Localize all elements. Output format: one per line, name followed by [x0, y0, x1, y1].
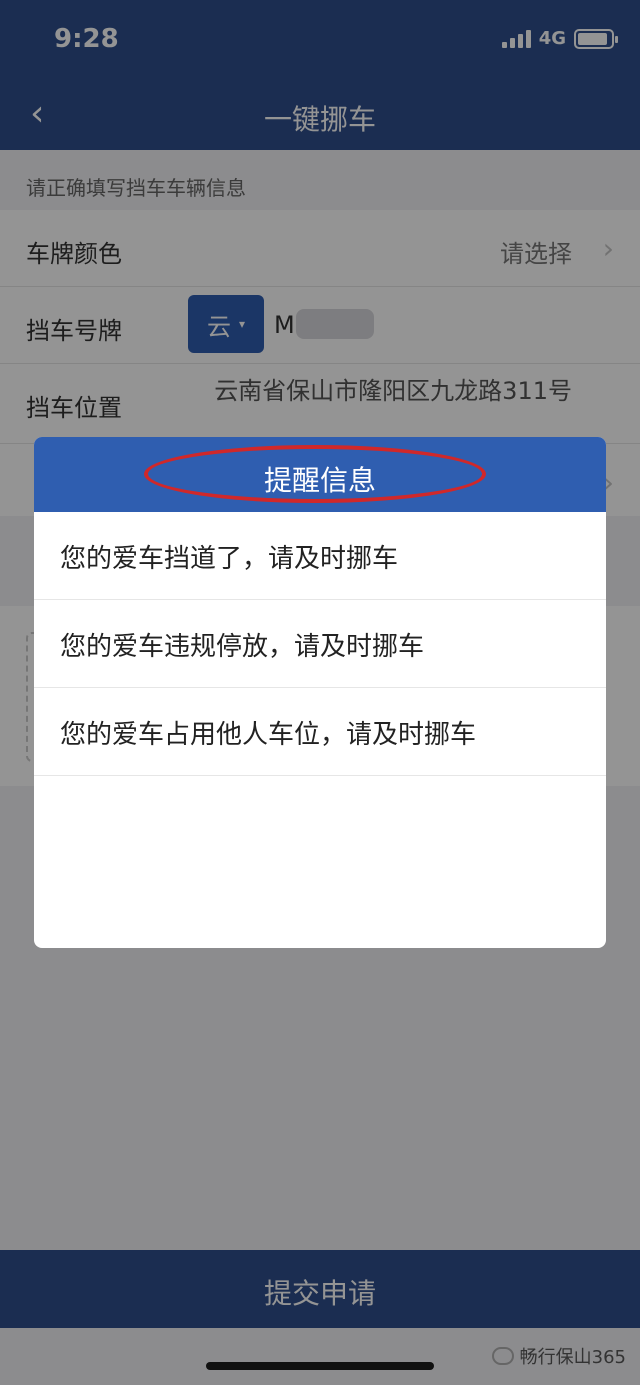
wechat-icon — [491, 1347, 514, 1365]
reminder-option[interactable]: 您的爱车挡道了，请及时挪车 — [34, 512, 606, 600]
reminder-option[interactable]: 您的爱车违规停放，请及时挪车 — [34, 600, 606, 688]
dialog-title: 提醒信息 — [263, 464, 376, 497]
reminder-dialog: 提醒信息 您的爱车挡道了，请及时挪车 您的爱车违规停放，请及时挪车 您的爱车占用… — [34, 437, 606, 948]
watermark: 畅行保山365 — [491, 1343, 626, 1369]
dialog-header: 提醒信息 — [34, 437, 606, 512]
reminder-option[interactable]: 您的爱车占用他人车位，请及时挪车 — [34, 688, 606, 776]
modal-overlay-bottom — [0, 1250, 640, 1328]
watermark-text: 畅行保山365 — [519, 1347, 626, 1368]
home-indicator — [206, 1362, 434, 1370]
